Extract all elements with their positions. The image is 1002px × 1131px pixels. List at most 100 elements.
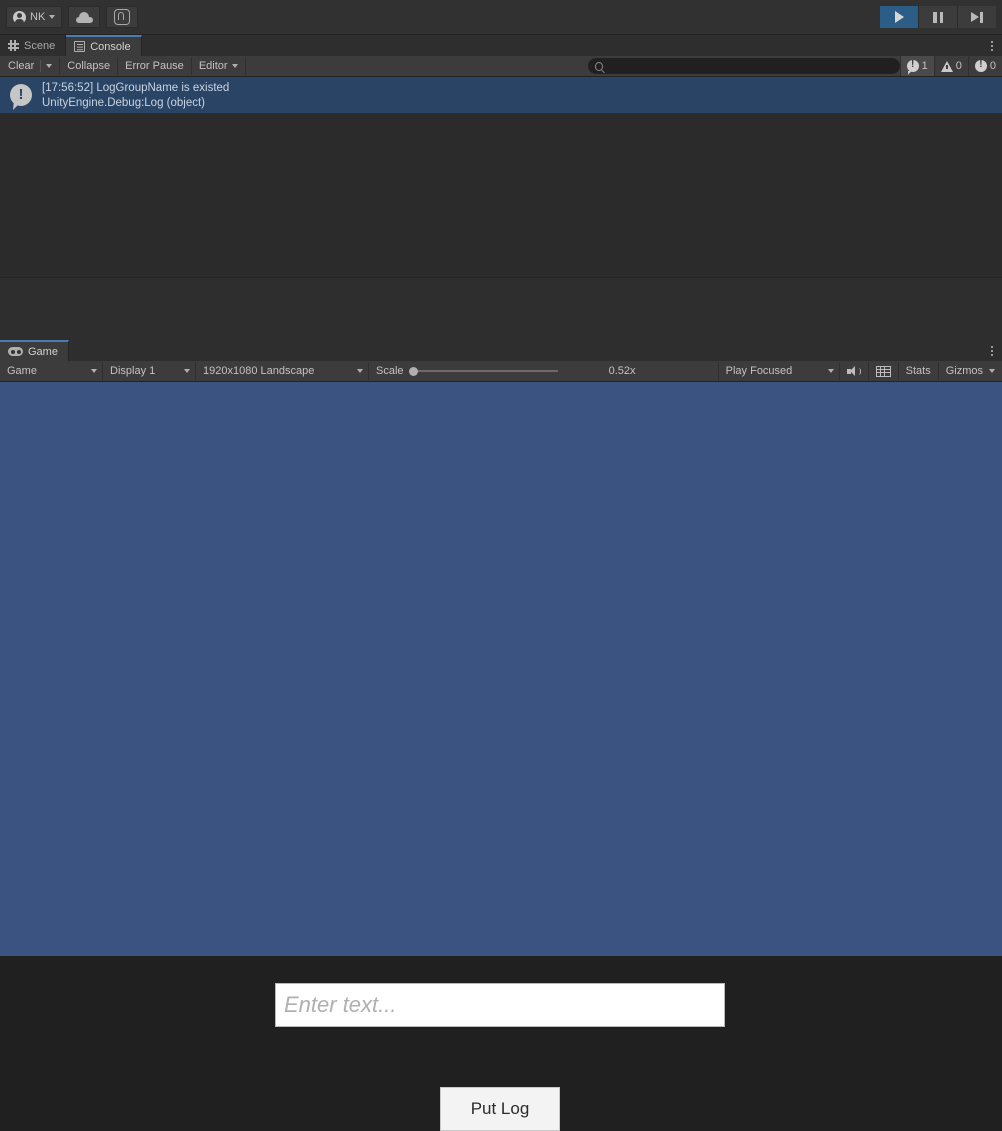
scale-label: Scale — [376, 365, 404, 377]
aspect-button[interactable] — [869, 362, 899, 380]
chevron-down-icon — [231, 64, 238, 68]
game-more-options-icon[interactable] — [982, 340, 1002, 361]
chevron-down-icon — [49, 15, 56, 19]
info-count: 1 — [921, 60, 928, 72]
console-icon — [74, 41, 86, 52]
game-text-input-placeholder: Enter text... — [284, 992, 397, 1017]
pause-icon — [933, 11, 943, 23]
view-mode-dropdown[interactable]: Game — [0, 362, 103, 380]
mute-audio-button[interactable] — [840, 362, 869, 380]
tab-scene-label: Scene — [24, 39, 56, 52]
clear-button[interactable]: Clear — [0, 60, 40, 72]
cloud-button[interactable] — [68, 6, 101, 28]
warning-count: 0 — [955, 60, 962, 72]
account-button[interactable]: NK — [6, 6, 63, 28]
chevron-down-icon — [989, 369, 995, 373]
chevron-down-icon — [184, 369, 190, 373]
error-count-button[interactable]: 0 — [967, 56, 1002, 76]
tab-scene[interactable]: Scene — [0, 35, 67, 56]
step-icon — [971, 11, 983, 23]
collapse-label: Collapse — [67, 60, 111, 72]
put-log-button-label: Put Log — [470, 1099, 530, 1118]
grid-icon — [875, 365, 891, 377]
clear-button-group[interactable]: Clear — [0, 57, 61, 75]
log-entry-row[interactable]: [17:56:52] LogGroupName is existed Unity… — [0, 77, 1002, 113]
scale-slider-group[interactable]: Scale 0.52x — [369, 362, 719, 380]
tab-game[interactable]: Game — [0, 340, 69, 361]
toolbar-right-group — [880, 6, 996, 28]
game-view-content[interactable]: Enter text... Put Log — [0, 382, 1002, 1131]
console-log-list[interactable]: [17:56:52] LogGroupName is existed Unity… — [0, 77, 1002, 277]
play-button[interactable] — [880, 6, 919, 28]
cloud-icon — [75, 11, 93, 23]
playback-controls — [880, 6, 996, 28]
stats-button[interactable]: Stats — [899, 362, 939, 380]
search-icon — [594, 61, 604, 71]
scale-value: 0.52x — [608, 365, 636, 377]
account-label: NK — [30, 11, 46, 23]
info-log-icon — [10, 84, 32, 106]
editor-label: Editor — [198, 60, 228, 72]
info-count-button[interactable]: 1 — [899, 56, 934, 76]
error-pause-button[interactable]: Error Pause — [118, 57, 192, 75]
play-mode-dropdown[interactable]: Play Focused — [719, 362, 840, 380]
game-panel-tabbar: Game — [0, 340, 1002, 361]
warning-count-button[interactable]: 0 — [933, 56, 968, 76]
editor-dropdown-button[interactable]: Editor — [192, 57, 246, 75]
error-icon — [974, 59, 987, 72]
error-count: 0 — [989, 60, 996, 72]
collapse-button[interactable]: Collapse — [60, 57, 119, 75]
console-detail-pane[interactable] — [0, 277, 1002, 340]
error-pause-label: Error Pause — [125, 60, 184, 72]
log-counters: 1 0 0 — [899, 56, 1002, 76]
gizmos-button[interactable]: Gizmos — [939, 362, 1002, 380]
log-entry-stacktrace: UnityEngine.Debug:Log (object) — [42, 96, 206, 109]
gamepad-icon — [8, 347, 23, 356]
tab-console[interactable]: Console — [66, 35, 142, 56]
console-panel-tabbar: Scene Console — [0, 35, 1002, 56]
info-log-icon — [906, 59, 919, 72]
scale-slider-handle[interactable] — [408, 366, 418, 376]
search-field[interactable] — [587, 58, 900, 74]
clear-dropdown-button[interactable] — [40, 60, 59, 72]
log-entry-text: [17:56:52] LogGroupName is existed Unity… — [42, 81, 229, 110]
unity-editor-window: NK Scene Console Clear Collapse Error Pa… — [0, 0, 1002, 1131]
pause-button[interactable] — [919, 6, 958, 28]
scale-slider[interactable] — [408, 366, 558, 376]
log-entry-icon-wrap — [8, 84, 34, 106]
resolution-dropdown[interactable]: 1920x1080 Landscape — [196, 362, 369, 380]
gizmos-label: Gizmos — [945, 365, 983, 377]
put-log-button[interactable]: Put Log — [440, 1087, 560, 1131]
tab-game-label: Game — [28, 345, 58, 358]
chevron-down-icon — [91, 369, 97, 373]
log-entry-message: [17:56:52] LogGroupName is existed — [42, 81, 230, 94]
play-icon — [894, 11, 904, 23]
chevron-down-icon — [827, 369, 834, 373]
tabbar-filler — [68, 340, 982, 361]
display-label: Display 1 — [110, 365, 156, 377]
chevron-down-icon — [46, 64, 53, 68]
step-button[interactable] — [958, 6, 996, 28]
stats-label: Stats — [905, 365, 931, 377]
console-toolbar: Clear Collapse Error Pause Editor 1 — [0, 56, 1002, 77]
avatar-icon — [13, 10, 26, 24]
play-mode-label: Play Focused — [725, 365, 793, 377]
speaker-icon — [846, 365, 861, 377]
display-dropdown[interactable]: Display 1 — [103, 362, 196, 380]
collab-button[interactable] — [106, 6, 139, 28]
resolution-label: 1920x1080 Landscape — [203, 365, 315, 377]
collab-icon — [114, 9, 131, 25]
main-toolbar: NK — [0, 0, 1002, 35]
console-more-options-icon[interactable] — [982, 35, 1002, 56]
tabbar-filler — [141, 35, 982, 56]
chevron-down-icon — [357, 369, 363, 373]
console-search-group: 1 0 0 — [587, 56, 1002, 76]
view-mode-label: Game — [7, 365, 37, 377]
toolbar-left-group: NK — [6, 6, 139, 28]
grid-hash-icon — [8, 40, 19, 51]
game-text-input[interactable]: Enter text... — [275, 983, 725, 1027]
warning-icon — [940, 60, 953, 72]
search-input[interactable] — [607, 59, 893, 73]
tab-console-label: Console — [90, 40, 131, 53]
game-toolbar: Game Display 1 1920x1080 Landscape Scale… — [0, 361, 1002, 382]
